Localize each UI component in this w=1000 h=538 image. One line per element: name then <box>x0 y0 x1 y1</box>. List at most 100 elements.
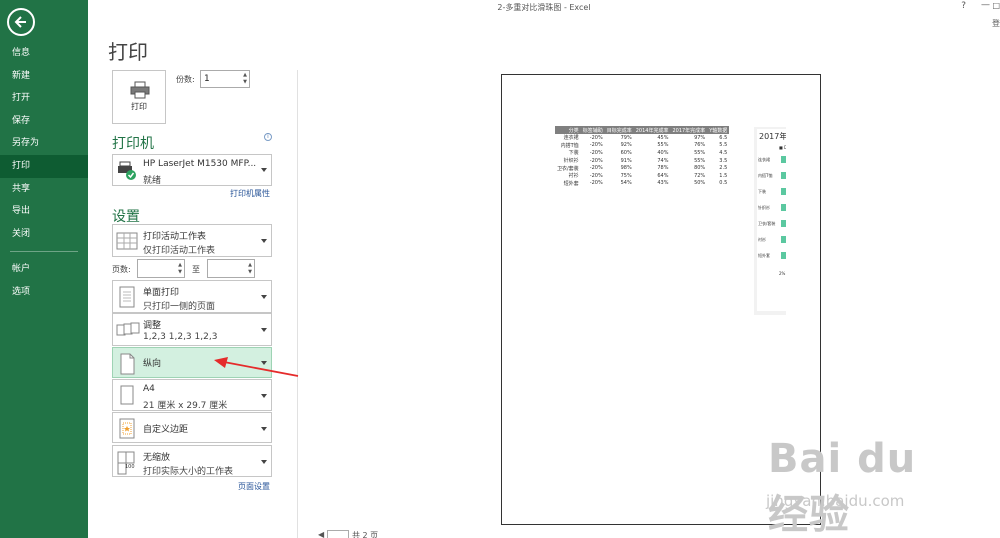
preview-cell: -20% <box>589 165 603 172</box>
preview-chart-fragment: 2017年 ■ D 连衣裙 内搭T恤 下装 针织衫 卫衣/套装 衬衫 短外套 2… <box>754 127 786 315</box>
preview-cell: 79% <box>620 134 632 141</box>
minimize-button[interactable]: — <box>981 0 990 10</box>
preview-cell: 55% <box>694 157 706 164</box>
preview-cell: 91% <box>620 157 632 164</box>
arrow-left-icon <box>14 16 26 28</box>
preview-cell: 50% <box>694 180 706 187</box>
collate-dropdown[interactable]: 调整 1,2,3 1,2,3 1,2,3 <box>112 313 272 346</box>
nav-item-options[interactable]: 选项 <box>0 281 88 304</box>
preview-cell: 55% <box>657 142 669 149</box>
chevron-down-icon <box>261 239 267 243</box>
margins-value: 自定义边距 <box>143 425 189 435</box>
printer-section-title: 打印机 <box>112 136 154 152</box>
preview-cell: 5.5 <box>719 142 728 149</box>
page-title: 打印 <box>108 40 148 64</box>
preview-cell: 78% <box>657 165 669 172</box>
nav-item-share[interactable]: 共享 <box>0 178 88 201</box>
page-from-spinner[interactable]: ▲ ▼ <box>178 262 182 276</box>
page-number-input[interactable] <box>327 530 349 538</box>
page-setup-link[interactable]: 页面设置 <box>238 481 270 492</box>
preview-cell: 短外套 <box>563 180 579 187</box>
table-row: 衬衫 -20% 75% 64% 72% 1.5 <box>555 172 729 180</box>
printer-properties-link[interactable]: 打印机属性 <box>230 188 270 199</box>
nav-item-account[interactable]: 帐户 <box>0 258 88 281</box>
preview-cell: 60% <box>620 149 632 156</box>
preview-cell: 卫衣/套装 <box>557 165 579 172</box>
chevron-down-icon <box>261 427 267 431</box>
preview-chart-bar <box>781 172 786 179</box>
print-button[interactable]: 打印 <box>112 70 166 124</box>
pages-to-label: 至 <box>192 265 200 274</box>
print-scope-title: 打印活动工作表 <box>143 232 207 242</box>
help-button[interactable]: ? <box>961 1 966 11</box>
scaling-dropdown[interactable]: 无缩放 打印实际大小的工作表 100 <box>112 445 272 477</box>
preview-cell: 74% <box>657 157 669 164</box>
preview-cell: 1.5 <box>719 172 728 179</box>
nav-item-save-as[interactable]: 另存为 <box>0 132 88 155</box>
preview-col-header: Y轴数据 <box>707 126 730 134</box>
preview-chart-axis-tick: 2% <box>779 271 786 276</box>
info-icon[interactable]: i <box>264 133 272 141</box>
watermark-url: jingyan.baidu.com <box>766 492 905 510</box>
preview-cell: 92% <box>620 142 632 149</box>
page-to-spinner[interactable]: ▲ ▼ <box>248 262 252 276</box>
pane-divider <box>297 70 298 538</box>
nav-item-export[interactable]: 导出 <box>0 200 88 223</box>
nav-item-info[interactable]: 信息 <box>0 42 88 65</box>
copies-spinner[interactable]: ▲ ▼ <box>243 72 247 86</box>
nav-item-print[interactable]: 打印 <box>0 154 88 178</box>
back-button[interactable] <box>7 8 35 36</box>
preview-col-header: 目标完成率 <box>604 126 634 134</box>
table-row: 卫衣/套装 -20% 98% 78% 80% 2.5 <box>555 164 729 172</box>
page-nav-prev[interactable]: ◀ <box>318 530 324 538</box>
pages-label: 页数: <box>112 265 131 274</box>
scaling-desc: 打印实际大小的工作表 <box>143 467 234 477</box>
paper-size-icon <box>120 385 134 405</box>
preview-chart-label: 卫衣/套装 <box>758 221 776 226</box>
sides-dropdown[interactable]: 单面打印 只打印一侧的页面 <box>112 280 272 313</box>
preview-cell: 98% <box>620 165 632 172</box>
sides-desc: 只打印一侧的页面 <box>143 302 216 312</box>
paper-size-dropdown[interactable]: A4 21 厘米 x 29.7 厘米 <box>112 379 272 411</box>
nav-item-open[interactable]: 打开 <box>0 87 88 110</box>
preview-cell: -20% <box>589 180 603 187</box>
nav-item-new[interactable]: 新建 <box>0 65 88 88</box>
preview-cell: 55% <box>694 149 706 156</box>
page-to-input[interactable]: ▲ ▼ <box>207 259 255 278</box>
preview-cell: 72% <box>694 172 706 179</box>
paper-size-title: A4 <box>143 384 155 394</box>
preview-chart-bar <box>781 220 786 227</box>
preview-cell: -20% <box>589 134 603 141</box>
preview-cell: 45% <box>657 134 669 141</box>
title-bar: 2-多重对比滑珠图 - Excel ? — □ <box>88 0 1000 16</box>
page-count-label: 共 2 页 <box>352 531 379 538</box>
preview-cell: 针织衫 <box>563 158 579 165</box>
nav-divider <box>10 251 78 253</box>
preview-chart-label: 针织衫 <box>758 205 770 210</box>
restore-button[interactable]: □ <box>992 1 1000 10</box>
nav-item-save[interactable]: 保存 <box>0 110 88 133</box>
preview-cell: 2.5 <box>719 165 728 172</box>
print-scope-dropdown[interactable]: 打印活动工作表 仅打印活动工作表 <box>112 224 272 257</box>
preview-col-header: 2017年完成率 <box>670 126 708 134</box>
custom-margins-icon <box>119 418 135 439</box>
collate-pages-icon <box>116 322 140 336</box>
preview-cell: -20% <box>589 157 603 164</box>
preview-cell: 内搭T恤 <box>560 142 579 149</box>
preview-chart-label: 下装 <box>758 189 766 194</box>
table-row: 下装 -20% 60% 40% 55% 4.5 <box>555 149 729 157</box>
printer-dropdown[interactable]: HP LaserJet M1530 MFP... 就绪 <box>112 154 272 186</box>
copies-input[interactable]: 1 ▲ ▼ <box>200 70 250 88</box>
margins-dropdown[interactable]: 自定义边距 <box>112 412 272 443</box>
annotation-arrow-icon <box>214 357 299 377</box>
table-row: 针织衫 -20% 91% 74% 55% 3.5 <box>555 157 729 165</box>
orientation-value: 纵向 <box>143 359 162 369</box>
nav-item-close[interactable]: 关闭 <box>0 223 88 246</box>
chevron-down-icon <box>261 295 267 299</box>
preview-cell: 64% <box>657 172 669 179</box>
page-from-input[interactable]: ▲ ▼ <box>137 259 185 278</box>
sign-in-link[interactable]: 登 <box>992 18 1000 29</box>
preview-chart-bar <box>781 204 786 211</box>
preview-cell: 3.5 <box>719 157 728 164</box>
printer-ready-icon <box>118 161 136 180</box>
